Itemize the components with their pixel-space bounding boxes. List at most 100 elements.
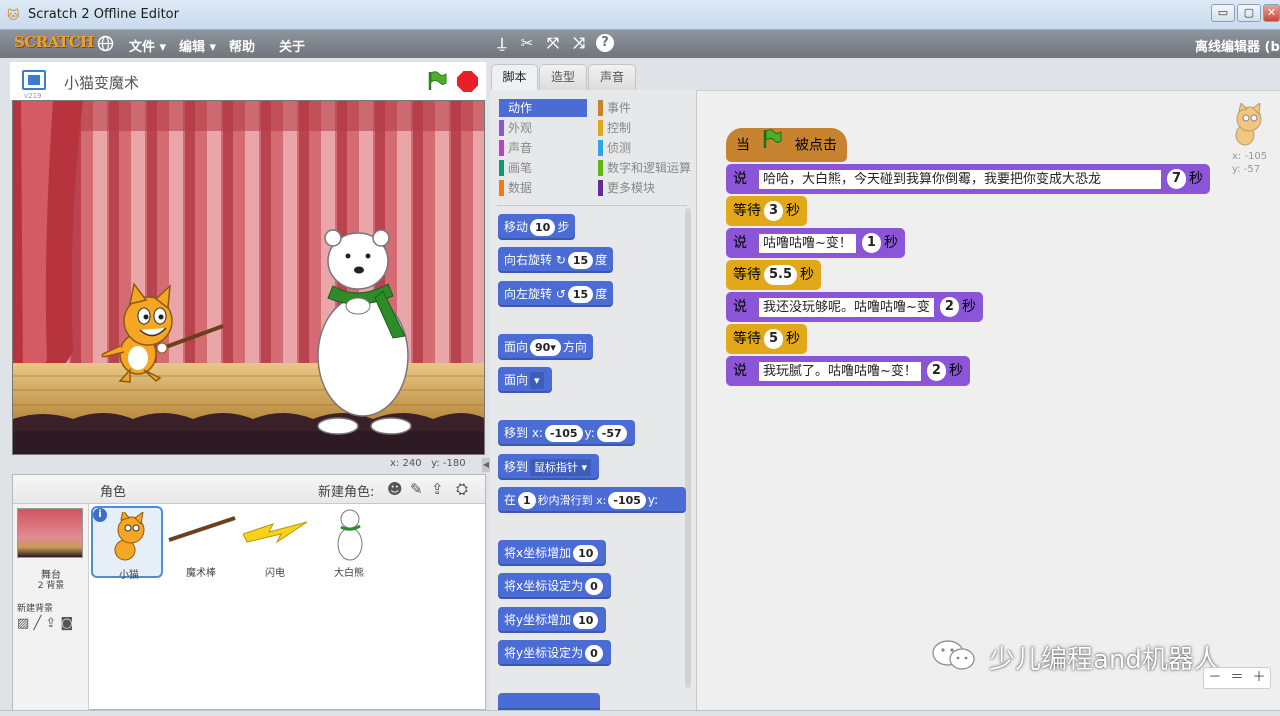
block-partial-cutoff[interactable] [498, 693, 600, 710]
category-column-right: 事件 控制 侦测 数字和逻辑运算 更多模块 [598, 99, 697, 197]
camera-backdrop-icon[interactable]: ◙ [60, 616, 73, 631]
menu-help[interactable]: 帮助 [229, 36, 255, 55]
camera-sprite-icon[interactable]: ⛭ [456, 480, 476, 498]
tab-costumes[interactable]: 造型 [539, 64, 587, 90]
current-sprite-icon [1227, 101, 1269, 147]
upload-backdrop-icon[interactable]: ⇪ [45, 616, 56, 631]
block-help-icon[interactable]: ? [596, 34, 614, 52]
project-name[interactable]: 小猫变魔术 [64, 72, 139, 93]
grow-icon[interactable]: ⤧ [544, 34, 562, 52]
backdrop-library-icon[interactable]: ▨ [17, 616, 29, 631]
x-label: x: [390, 458, 400, 469]
delete-icon[interactable]: ✂ [518, 34, 536, 52]
duplicate-icon[interactable]: ⍊ [493, 34, 511, 52]
y-value: -180 [442, 458, 466, 469]
collapse-stage-icon[interactable]: ◀ [482, 458, 490, 472]
scratch-logo[interactable]: SCRATCH [14, 33, 94, 51]
palette-scrollbar[interactable] [685, 208, 691, 688]
block-set-y[interactable]: 将y坐标设定为 0 [498, 640, 611, 666]
green-flag-icon [760, 128, 784, 163]
category-motion[interactable]: 动作 [499, 99, 587, 117]
minimize-button[interactable]: ▭ [1211, 4, 1235, 22]
menu-edit[interactable]: 编辑 ▾ [179, 36, 216, 55]
category-pen[interactable]: 画笔 [499, 159, 587, 177]
paint-sprite-icon[interactable]: ✎ [410, 480, 428, 498]
sprite-name: 魔术棒 [186, 568, 216, 579]
stage-thumbnail[interactable] [17, 508, 83, 558]
window-bottom-border [0, 710, 1280, 716]
close-button[interactable]: ✕ [1263, 4, 1280, 22]
category-looks[interactable]: 外观 [499, 119, 587, 137]
zoom-in-icon[interactable]: ＋ [1248, 668, 1270, 688]
menu-about[interactable]: 关于 [279, 36, 305, 55]
stage-canvas[interactable] [12, 100, 485, 455]
stage-backdrop-count: 2 背景 [37, 581, 65, 591]
version-label: v219 [24, 92, 42, 100]
bear-thumbnail [337, 509, 363, 561]
category-sensing[interactable]: 侦测 [598, 139, 697, 157]
block-wait-1[interactable]: 等待 3 秒 [726, 196, 808, 226]
category-operators[interactable]: 数字和逻辑运算 [598, 159, 697, 177]
category-data[interactable]: 数据 [499, 179, 587, 197]
rotate-right-icon: ↻ [555, 253, 566, 267]
block-point-towards[interactable]: 面向 ▾ [498, 367, 552, 393]
block-go-to[interactable]: 移到 鼠标指针 ▾ [498, 454, 600, 480]
new-sprite-label: 新建角色: [318, 485, 375, 500]
category-control[interactable]: 控制 [598, 119, 697, 137]
block-say-3[interactable]: 说我还没玩够呢。咕噜咕噜~变 2 秒 [726, 292, 983, 322]
block-say-1[interactable]: 说哈哈，大白熊，今天碰到我算你倒霉，我要把你变成大恐龙 7 秒 [726, 164, 1211, 194]
sprite-item-wand[interactable]: 魔术棒 [165, 506, 237, 579]
presentation-mode-icon[interactable] [22, 70, 46, 90]
stage-column: 舞台 2 背景 新建背景 ▨ ╱ ⇪ ◙ [13, 504, 89, 710]
block-say-4[interactable]: 说我玩腻了。咕噜咕噜~变！ 2 秒 [726, 356, 970, 386]
stop-icon[interactable] [457, 71, 478, 92]
category-events[interactable]: 事件 [598, 99, 697, 117]
tab-scripts[interactable]: 脚本 [491, 64, 538, 91]
block-change-y[interactable]: 将y坐标增加 10 [498, 607, 607, 633]
block-change-x[interactable]: 将x坐标增加 10 [498, 540, 607, 566]
category-more-blocks[interactable]: 更多模块 [598, 179, 697, 197]
sprite-item-lightning[interactable]: 闪电 [239, 506, 311, 579]
sprite-y-readout: y: -57 [1232, 164, 1261, 175]
block-point-in-direction[interactable]: 面向 90▾ 方向 [498, 334, 593, 360]
sprite-library-icon[interactable]: ☻ [387, 480, 405, 498]
zoom-reset-icon[interactable]: ＝ [1226, 668, 1248, 688]
menu-file[interactable]: 文件 ▾ [129, 36, 166, 55]
block-wait-3[interactable]: 等待 5 秒 [726, 324, 808, 354]
block-glide[interactable]: 在 1 秒内滑行到 x: -105 y: [498, 487, 686, 513]
sprites-panel: 角色 新建角色: ☻ ✎ ⇪ ⛭ 舞台 2 背景 新建背景 ▨ ╱ ⇪ ◙ i [12, 474, 486, 710]
info-icon[interactable]: i [93, 508, 107, 522]
sprites-header: 角色 新建角色: ☻ ✎ ⇪ ⛭ [13, 475, 485, 504]
globe-icon[interactable] [97, 35, 114, 52]
paint-backdrop-icon[interactable]: ╱ [33, 616, 41, 631]
zoom-controls: －＝＋ [1203, 667, 1271, 689]
tab-sounds[interactable]: 声音 [588, 64, 636, 90]
block-go-to-xy[interactable]: 移到 x: -105 y: -57 [498, 420, 635, 446]
x-value: 240 [402, 458, 422, 469]
palette-divider [497, 205, 687, 206]
block-set-x[interactable]: 将x坐标设定为 0 [498, 573, 611, 599]
sprite-name: 闪电 [265, 568, 285, 579]
sprite-item-bear[interactable]: 大白熊 [313, 506, 385, 579]
block-say-2[interactable]: 说咕噜咕噜~变！ 1 秒 [726, 228, 905, 258]
window-title: Scratch 2 Offline Editor [28, 7, 179, 22]
upload-sprite-icon[interactable]: ⇪ [431, 480, 449, 498]
block-wait-2[interactable]: 等待 5.5 秒 [726, 260, 822, 290]
shrink-icon[interactable]: ⤨ [570, 34, 588, 52]
stage-mouse-coordinates: x: 240 y: -180 [390, 458, 466, 469]
sprites-title: 角色 [100, 485, 127, 500]
maximize-button[interactable]: ▢ [1237, 4, 1261, 22]
stage-scene [13, 101, 484, 454]
block-turn-right[interactable]: 向右旋转 ↻ 15 度 [498, 247, 614, 273]
block-turn-left[interactable]: 向左旋转 ↺ 15 度 [498, 281, 614, 307]
lightning-thumbnail [243, 521, 307, 544]
block-when-flag-clicked[interactable]: 当 被点击 [726, 128, 847, 162]
app-icon: 🐱 [7, 8, 20, 22]
scripts-area[interactable]: x: -105 y: -57 当 被点击 说哈哈，大白熊，今天碰到我算你倒霉，我… [697, 90, 1280, 710]
green-flag-icon[interactable] [426, 70, 448, 92]
block-move-steps[interactable]: 移动 10 步 [498, 214, 576, 240]
sprite-item-cat[interactable]: i 小猫 [91, 506, 163, 581]
offline-editor-label: 离线编辑器 (b [1195, 40, 1280, 55]
category-sound[interactable]: 声音 [499, 139, 587, 157]
zoom-out-icon[interactable]: － [1204, 668, 1226, 688]
